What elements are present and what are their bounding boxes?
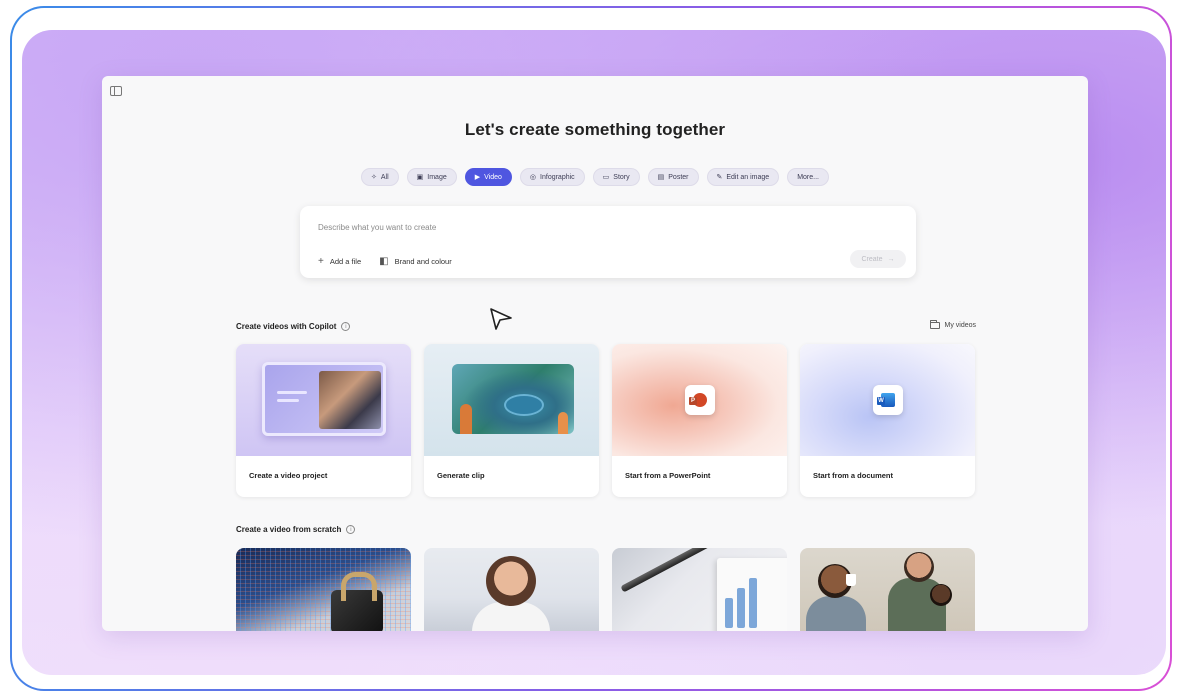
- card-start-from-document[interactable]: W Start from a document: [800, 344, 975, 497]
- prompt-actions: + Add a file ◧ Brand and colour: [318, 256, 452, 267]
- poster-icon: ▤: [657, 173, 665, 181]
- chip-label: More...: [797, 173, 819, 181]
- arrow-right-icon: →: [887, 255, 895, 263]
- chip-video[interactable]: ▶ Video: [464, 168, 512, 186]
- card-generate-clip[interactable]: Generate clip: [424, 344, 599, 497]
- plus-icon: +: [318, 256, 324, 267]
- chip-label: Image: [427, 173, 447, 181]
- my-videos-link[interactable]: My videos: [930, 320, 976, 329]
- card-label: Generate clip: [437, 471, 485, 480]
- card-thumbnail: [424, 344, 599, 456]
- info-icon[interactable]: i: [341, 322, 351, 331]
- template-team-meeting[interactable]: [800, 548, 975, 631]
- chip-label: Infographic: [540, 173, 575, 181]
- chip-poster[interactable]: ▤ Poster: [647, 168, 699, 186]
- chip-all[interactable]: ✧ All: [361, 168, 399, 186]
- video-project-illustration: [262, 362, 386, 436]
- chip-more[interactable]: More...: [787, 168, 829, 186]
- notebook-image: [717, 558, 787, 631]
- chip-label: Poster: [668, 173, 689, 181]
- filter-chips: ✧ All ▣ Image ▶ Video ◎ Infographic ▭ Story ▤…: [102, 168, 1088, 186]
- template-pen-notebook[interactable]: [612, 548, 787, 631]
- card-create-video-project[interactable]: Create a video project: [236, 344, 411, 497]
- image-icon: ▣: [416, 173, 424, 181]
- cursor-arrow-icon: [490, 308, 512, 330]
- word-icon: W: [873, 385, 903, 415]
- chip-label: All: [380, 173, 389, 181]
- app-window: Let's create something together ✧ All ▣ Im…: [102, 76, 1088, 631]
- card-thumbnail: P: [612, 344, 787, 456]
- infographic-icon: ◎: [529, 173, 537, 181]
- edit-image-icon: ✎: [716, 173, 723, 181]
- card-start-from-powerpoint[interactable]: P Start from a PowerPoint: [612, 344, 787, 497]
- chip-edit-image[interactable]: ✎ Edit an image: [706, 168, 780, 186]
- card-thumbnail: W: [800, 344, 975, 456]
- chip-infographic[interactable]: ◎ Infographic: [519, 168, 585, 186]
- padlock-image: [331, 572, 383, 631]
- card-label: Create a video project: [249, 471, 328, 480]
- underwater-scene: [452, 364, 574, 434]
- video-icon: ▶: [474, 173, 481, 181]
- section-title-text: Create a video from scratch: [236, 525, 342, 534]
- info-icon[interactable]: i: [346, 525, 356, 534]
- pen-image: [620, 548, 730, 593]
- add-file-button[interactable]: + Add a file: [318, 256, 361, 267]
- copilot-section-title: Create videos with Copilot i: [236, 322, 351, 331]
- chip-label: Video: [484, 173, 502, 181]
- powerpoint-icon: P: [685, 385, 715, 415]
- sidebar-toggle-icon[interactable]: [110, 86, 122, 96]
- chip-story[interactable]: ▭ Story: [592, 168, 640, 186]
- card-thumbnail: [236, 344, 411, 456]
- create-label: Create: [861, 255, 883, 263]
- turtle-illustration: [504, 394, 544, 416]
- my-videos-label: My videos: [944, 322, 976, 329]
- folder-icon: [930, 320, 941, 329]
- create-button[interactable]: Create →: [850, 250, 906, 268]
- brand-colour-label: Brand and colour: [394, 257, 452, 266]
- brand-icon: ◧: [379, 256, 389, 267]
- section-title-text: Create videos with Copilot: [236, 322, 337, 331]
- prompt-input[interactable]: Describe what you want to create: [318, 223, 436, 232]
- card-label: Start from a document: [813, 471, 894, 480]
- scratch-section-title: Create a video from scratch i: [236, 525, 356, 534]
- brand-colour-button[interactable]: ◧ Brand and colour: [379, 256, 452, 267]
- card-label: Start from a PowerPoint: [625, 471, 711, 480]
- template-security-lock[interactable]: [236, 548, 411, 631]
- chip-label: Edit an image: [726, 173, 770, 181]
- add-file-label: Add a file: [329, 257, 362, 266]
- page-title: Let's create something together: [464, 120, 726, 139]
- prompt-box[interactable]: Describe what you want to create + Add a …: [300, 206, 916, 278]
- sparkle-icon: ✧: [371, 173, 377, 181]
- story-icon: ▭: [602, 173, 610, 181]
- chip-label: Story: [613, 173, 630, 181]
- template-presenter[interactable]: [424, 548, 599, 631]
- chip-image[interactable]: ▣ Image: [406, 168, 457, 186]
- person-image: [486, 556, 536, 606]
- people-photo: [319, 371, 381, 429]
